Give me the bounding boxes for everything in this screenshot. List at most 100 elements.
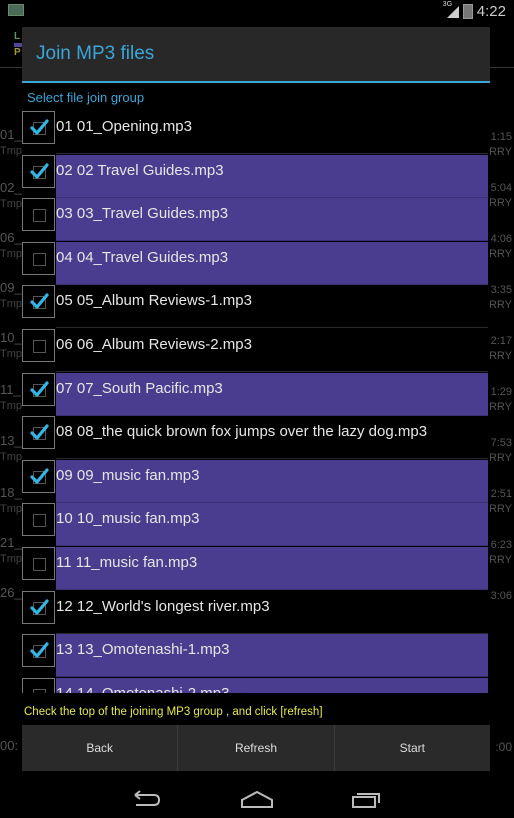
- background-entry-sub: RRY: [488, 197, 512, 209]
- background-list-entry: 10_ Tmp: [0, 330, 22, 362]
- background-list-entry: 11_ Tmp: [0, 382, 22, 414]
- background-entry-duration: 1:29: [490, 386, 512, 398]
- status-icons: 3G 4:22: [442, 1, 506, 21]
- background-entry-duration: 2:17: [490, 335, 512, 347]
- checkbox-box-icon: [33, 514, 46, 528]
- background-list-entry-right: 5:04 RRY: [488, 181, 512, 211]
- background-list-entry: 06_ Tmp: [0, 230, 22, 262]
- checkmark-icon: [30, 642, 49, 658]
- background-entry-sub: RRY: [488, 554, 512, 566]
- background-list-entry-right: 1:29 RRY: [488, 385, 512, 415]
- checkbox-checked[interactable]: [22, 285, 55, 319]
- file-list-item[interactable]: 13 13_Omotenashi-1.mp3: [22, 634, 488, 678]
- file-list[interactable]: 01 01_Opening.mp3 02 02 Travel Guides.mp3…: [22, 111, 490, 693]
- background-list-entry: 09_ Tmp: [0, 280, 22, 312]
- background-entry-sub: RRY: [488, 452, 512, 464]
- background-entry-sub: RRY: [488, 299, 512, 311]
- file-list-item[interactable]: 10 10_music fan.mp3: [22, 503, 488, 547]
- background-time-left: 00:: [0, 738, 19, 753]
- background-entry-duration: 1:15: [490, 131, 512, 143]
- checkbox-unchecked[interactable]: [22, 547, 55, 580]
- join-mp3-dialog: Join MP3 files Select file join group 01…: [22, 27, 490, 773]
- back-button[interactable]: Back: [22, 725, 179, 771]
- refresh-button[interactable]: Refresh: [178, 725, 335, 771]
- background-app-logo: L P: [14, 31, 22, 58]
- checkmark-icon: [30, 293, 49, 309]
- checkbox-checked[interactable]: [22, 634, 55, 668]
- background-entry-duration: 3:35: [490, 284, 512, 296]
- file-list-item[interactable]: 01 01_Opening.mp3: [22, 111, 488, 154]
- checkbox-checked[interactable]: [22, 154, 55, 188]
- background-list-entry-right: 7:53 RRY: [488, 436, 512, 466]
- background-entry-sub: RRY: [488, 503, 512, 515]
- background-list-entry-right: 6:23 RRY: [488, 538, 512, 568]
- file-list-item[interactable]: 11 11_music fan.mp3: [22, 547, 488, 590]
- file-list-item[interactable]: 03 03_Travel Guides.mp3: [22, 198, 488, 242]
- dialog-title: Join MP3 files: [36, 43, 155, 64]
- checkmark-icon: [30, 424, 49, 440]
- background-entry-name: 18_: [0, 485, 22, 500]
- file-list-item[interactable]: 02 02 Travel Guides.mp3: [22, 154, 488, 198]
- background-list-entry: 18_ Tmp: [0, 485, 22, 517]
- checkbox-unchecked[interactable]: [22, 241, 55, 275]
- background-list-entry-right: 1:15 RRY: [488, 130, 512, 160]
- battery-icon: [462, 3, 473, 19]
- file-list-item[interactable]: 07 07_South Pacific.mp3: [22, 372, 488, 416]
- file-list-item[interactable]: 08 08_the quick brown fox jumps over the…: [22, 416, 488, 460]
- checkbox-box-icon: [33, 252, 46, 266]
- file-name: 08 08_the quick brown fox jumps over the…: [56, 423, 428, 441]
- file-name: 09 09_music fan.mp3: [56, 466, 200, 484]
- background-entry-name: 01_: [0, 127, 22, 142]
- background-entry-name: 06_: [0, 230, 22, 245]
- checkbox-unchecked[interactable]: [22, 677, 55, 693]
- checkbox-checked[interactable]: [22, 416, 55, 450]
- checkbox-checked[interactable]: [22, 459, 55, 493]
- background-entry-name: 10_: [0, 330, 22, 345]
- file-list-item[interactable]: 06 06_Album Reviews-2.mp3: [22, 329, 488, 372]
- checkmark-icon: [30, 380, 49, 397]
- start-button[interactable]: Start: [335, 725, 490, 771]
- checkbox-checked[interactable]: [22, 372, 55, 406]
- back-icon[interactable]: [130, 788, 162, 815]
- clock: 4:22: [476, 2, 506, 20]
- signal-icon: 3G: [442, 1, 459, 18]
- file-name: 04 04_Travel Guides.mp3: [56, 248, 229, 266]
- file-list-item[interactable]: 04 04_Travel Guides.mp3: [22, 241, 488, 285]
- checkmark-icon: [30, 119, 49, 135]
- background-list-entry-right: 2:17 RRY: [488, 334, 512, 364]
- background-entry-duration: 3:06: [490, 590, 512, 602]
- checkbox-box-icon: [33, 688, 46, 693]
- background-time-right: :00: [495, 740, 512, 754]
- background-list-entry: 26_: [0, 585, 22, 601]
- background-entry-name: 26_: [0, 585, 22, 600]
- checkbox-checked[interactable]: [22, 590, 55, 624]
- background-entry-name: 09_: [0, 280, 22, 295]
- file-name: 05 05_Album Reviews-1.mp3: [56, 292, 252, 310]
- file-list-item[interactable]: 12 12_World's longest river.mp3: [22, 590, 488, 634]
- background-entry-name: 21_: [0, 535, 22, 550]
- checkbox-unchecked[interactable]: [22, 329, 55, 362]
- home-icon[interactable]: [240, 788, 274, 815]
- file-list-item[interactable]: 14 14_Omotenashi-2.mp3: [22, 677, 488, 693]
- dialog-title-bar: Join MP3 files: [22, 27, 490, 81]
- checkbox-checked[interactable]: [22, 111, 55, 144]
- status-bar: 3G 4:22: [0, 0, 514, 22]
- title-divider: [22, 81, 490, 83]
- background-entry-sub: RRY: [488, 146, 512, 158]
- background-entry-name: 13_: [0, 433, 22, 448]
- file-name: 13 13_Omotenashi-1.mp3: [56, 641, 230, 659]
- background-entry-sub: Tmp: [0, 503, 22, 515]
- checkbox-box-icon: [33, 340, 46, 353]
- file-name: 14 14_Omotenashi-2.mp3: [56, 685, 229, 693]
- file-list-item[interactable]: 05 05_Album Reviews-1.mp3: [22, 285, 488, 329]
- checkbox-unchecked[interactable]: [22, 198, 55, 232]
- file-list-item[interactable]: 09 09_music fan.mp3: [22, 459, 488, 503]
- background-list-entry-right: 3:06: [488, 589, 512, 604]
- background-entry-sub: Tmp: [0, 198, 22, 210]
- background-list-entry-right: 2:51 RRY: [488, 487, 512, 517]
- recent-apps-icon[interactable]: [350, 788, 382, 815]
- background-divider: [0, 67, 22, 68]
- checkbox-box-icon: [33, 209, 46, 223]
- network-type: 3G: [442, 1, 453, 8]
- checkbox-unchecked[interactable]: [22, 503, 55, 537]
